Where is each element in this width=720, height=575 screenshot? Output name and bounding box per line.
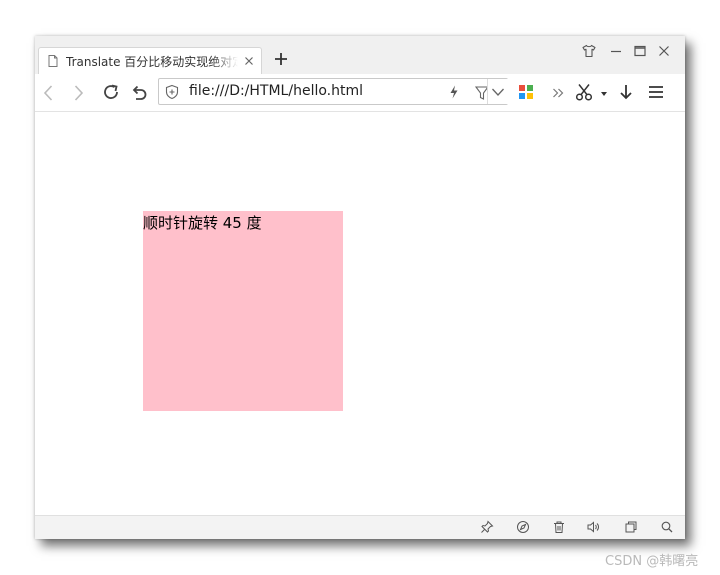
forward-icon[interactable] bbox=[68, 83, 88, 103]
window-icon[interactable] bbox=[624, 520, 638, 534]
chevron-down-icon bbox=[492, 88, 504, 96]
menu-icon[interactable] bbox=[646, 82, 666, 102]
browser-window: Translate 百分比移动实现绝对定位居中 bbox=[35, 36, 685, 539]
caret-down-icon[interactable] bbox=[597, 83, 611, 103]
status-bar bbox=[35, 515, 685, 539]
filter-icon[interactable] bbox=[475, 85, 487, 101]
url-text[interactable]: file:///D:/HTML/hello.html bbox=[189, 83, 363, 99]
magnifier-icon[interactable] bbox=[660, 520, 674, 534]
speaker-icon[interactable] bbox=[586, 520, 600, 534]
plus-icon[interactable] bbox=[272, 50, 290, 68]
shirt-icon[interactable] bbox=[581, 43, 597, 59]
minimize-icon[interactable] bbox=[608, 43, 624, 59]
pin-icon[interactable] bbox=[480, 520, 494, 534]
watermark: CSDN @韩曙亮 bbox=[605, 554, 699, 569]
undo-icon[interactable] bbox=[129, 82, 149, 102]
tab-title: Translate 百分比移动实现绝对定位居中 bbox=[66, 55, 238, 69]
trash-icon[interactable] bbox=[552, 520, 566, 534]
close-icon[interactable] bbox=[243, 55, 255, 67]
nav-toolbar: file:///D:/HTML/hello.html bbox=[35, 74, 685, 112]
compass-icon[interactable] bbox=[516, 520, 530, 534]
page-icon bbox=[48, 55, 58, 67]
scissors-icon[interactable] bbox=[574, 82, 594, 102]
title-bar: Translate 百分比移动实现绝对定位居中 bbox=[35, 36, 685, 74]
rotated-box: 顺时针旋转 45 度 bbox=[143, 211, 343, 411]
close-window-icon[interactable] bbox=[656, 43, 672, 59]
double-chevron-icon[interactable] bbox=[548, 83, 568, 103]
apps-grid-icon[interactable] bbox=[516, 82, 536, 102]
bolt-icon[interactable] bbox=[447, 84, 461, 100]
tab-translate[interactable]: Translate 百分比移动实现绝对定位居中 bbox=[38, 47, 262, 74]
back-icon[interactable] bbox=[39, 83, 59, 103]
download-icon[interactable] bbox=[616, 82, 636, 102]
address-bar[interactable]: file:///D:/HTML/hello.html bbox=[158, 78, 508, 105]
address-dropdown[interactable] bbox=[487, 79, 508, 104]
maximize-icon[interactable] bbox=[632, 43, 648, 59]
page-content: 顺时针旋转 45 度 bbox=[35, 112, 685, 515]
shield-icon[interactable] bbox=[164, 84, 180, 100]
reload-icon[interactable] bbox=[101, 82, 121, 102]
